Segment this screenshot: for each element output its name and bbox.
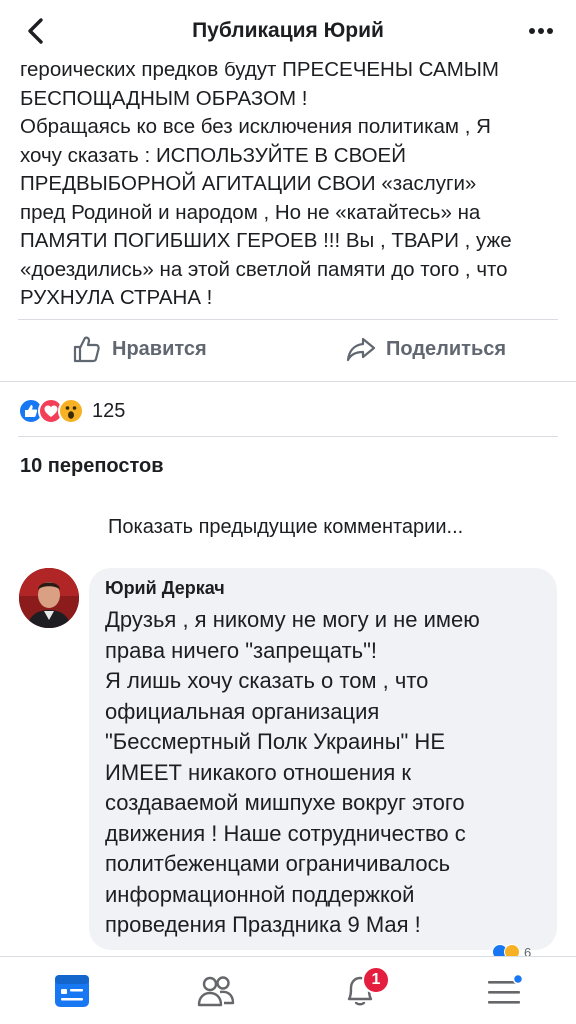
tab-menu[interactable] (482, 969, 526, 1013)
tab-news-feed[interactable] (50, 969, 94, 1013)
divider (18, 319, 558, 320)
comment-line: официальная организация (105, 698, 380, 724)
post-line: ПАМЯТИ ПОГИБШИХ ГЕРОЕВ !!! Вы , ТВАРИ , … (20, 229, 512, 252)
reactions-summary[interactable]: 125 (18, 398, 125, 424)
divider (18, 436, 558, 437)
comment-line: движения ! Наше сотрудничество с (105, 820, 466, 846)
divider (0, 381, 576, 382)
menu-icon (488, 973, 524, 1004)
more-options-button[interactable] (524, 14, 558, 48)
show-previous-comments-link[interactable]: Показать предыдущие комментарии... (108, 516, 463, 539)
comment-line: политбеженцами ограничивалось (105, 851, 451, 876)
bottom-tab-bar (0, 956, 576, 1024)
comment-author[interactable]: Юрий Деркач (105, 578, 541, 599)
share-arrow-icon (346, 337, 376, 362)
comment-bubble: Юрий Деркач Друзья , я никому не могу и … (89, 568, 557, 950)
thumbs-up-icon (73, 336, 100, 363)
friends-icon (197, 976, 235, 1007)
page-title: Публикация Юрий (192, 19, 384, 42)
like-label: Нравится (112, 337, 207, 360)
back-button[interactable] (18, 14, 52, 48)
post-line: хочу сказать : ИСПОЛЬЗУЙТЕ В СВОЕЙ (20, 143, 406, 167)
avatar[interactable] (19, 568, 79, 628)
post-body: героических предков будут ПРЕСЕЧЕНЫ САМЫ… (20, 56, 560, 313)
reaction-count: 125 (92, 399, 126, 422)
post-line: РУХНУЛА СТРАНА ! (20, 286, 213, 309)
shares-count[interactable]: 10 перепостов (20, 455, 164, 478)
ellipsis-icon (529, 28, 553, 34)
notifications-badge: 1 (362, 966, 390, 994)
post-line: «доездились» на этой светлой памяти до т… (20, 257, 508, 281)
comment-line: права ничего "запрещать"! (105, 637, 378, 663)
comment-line: "Бессмертный Полк Украины" НЕ (105, 729, 445, 754)
comment-line: Друзья , я никому не могу и не имею (105, 607, 480, 632)
share-label: Поделиться (386, 337, 507, 360)
news-feed-icon (55, 975, 89, 1007)
post-line: ПРЕДВЫБОРНОЙ АГИТАЦИИ СВОИ «заслуги» (20, 172, 477, 195)
comment-line: ИМЕЕТ никакого отношения к (105, 759, 412, 785)
comment-line: проведения Праздника 9 Мая ! (105, 912, 421, 937)
wow-reaction-icon (58, 398, 84, 424)
share-button[interactable]: Поделиться (346, 334, 506, 364)
like-button[interactable]: Нравится (72, 334, 207, 364)
comment-line: создаваемой мишпухе вокруг этого (105, 790, 465, 815)
comment-line: информационной поддержкой (105, 881, 415, 907)
tab-friends[interactable] (194, 969, 238, 1013)
post-line: БЕСПОЩАДНЫМ ОБРАЗОМ ! (20, 86, 308, 110)
top-bar: Публикация Юрий (0, 0, 576, 62)
post-line: пред Родиной и народом , Но не «катайтес… (20, 200, 481, 224)
post-line: Обращаясь ко все без исключения политика… (20, 115, 491, 138)
chevron-left-icon (28, 18, 43, 44)
comment-line: Я лишь хочу сказать о том , что (105, 668, 429, 693)
